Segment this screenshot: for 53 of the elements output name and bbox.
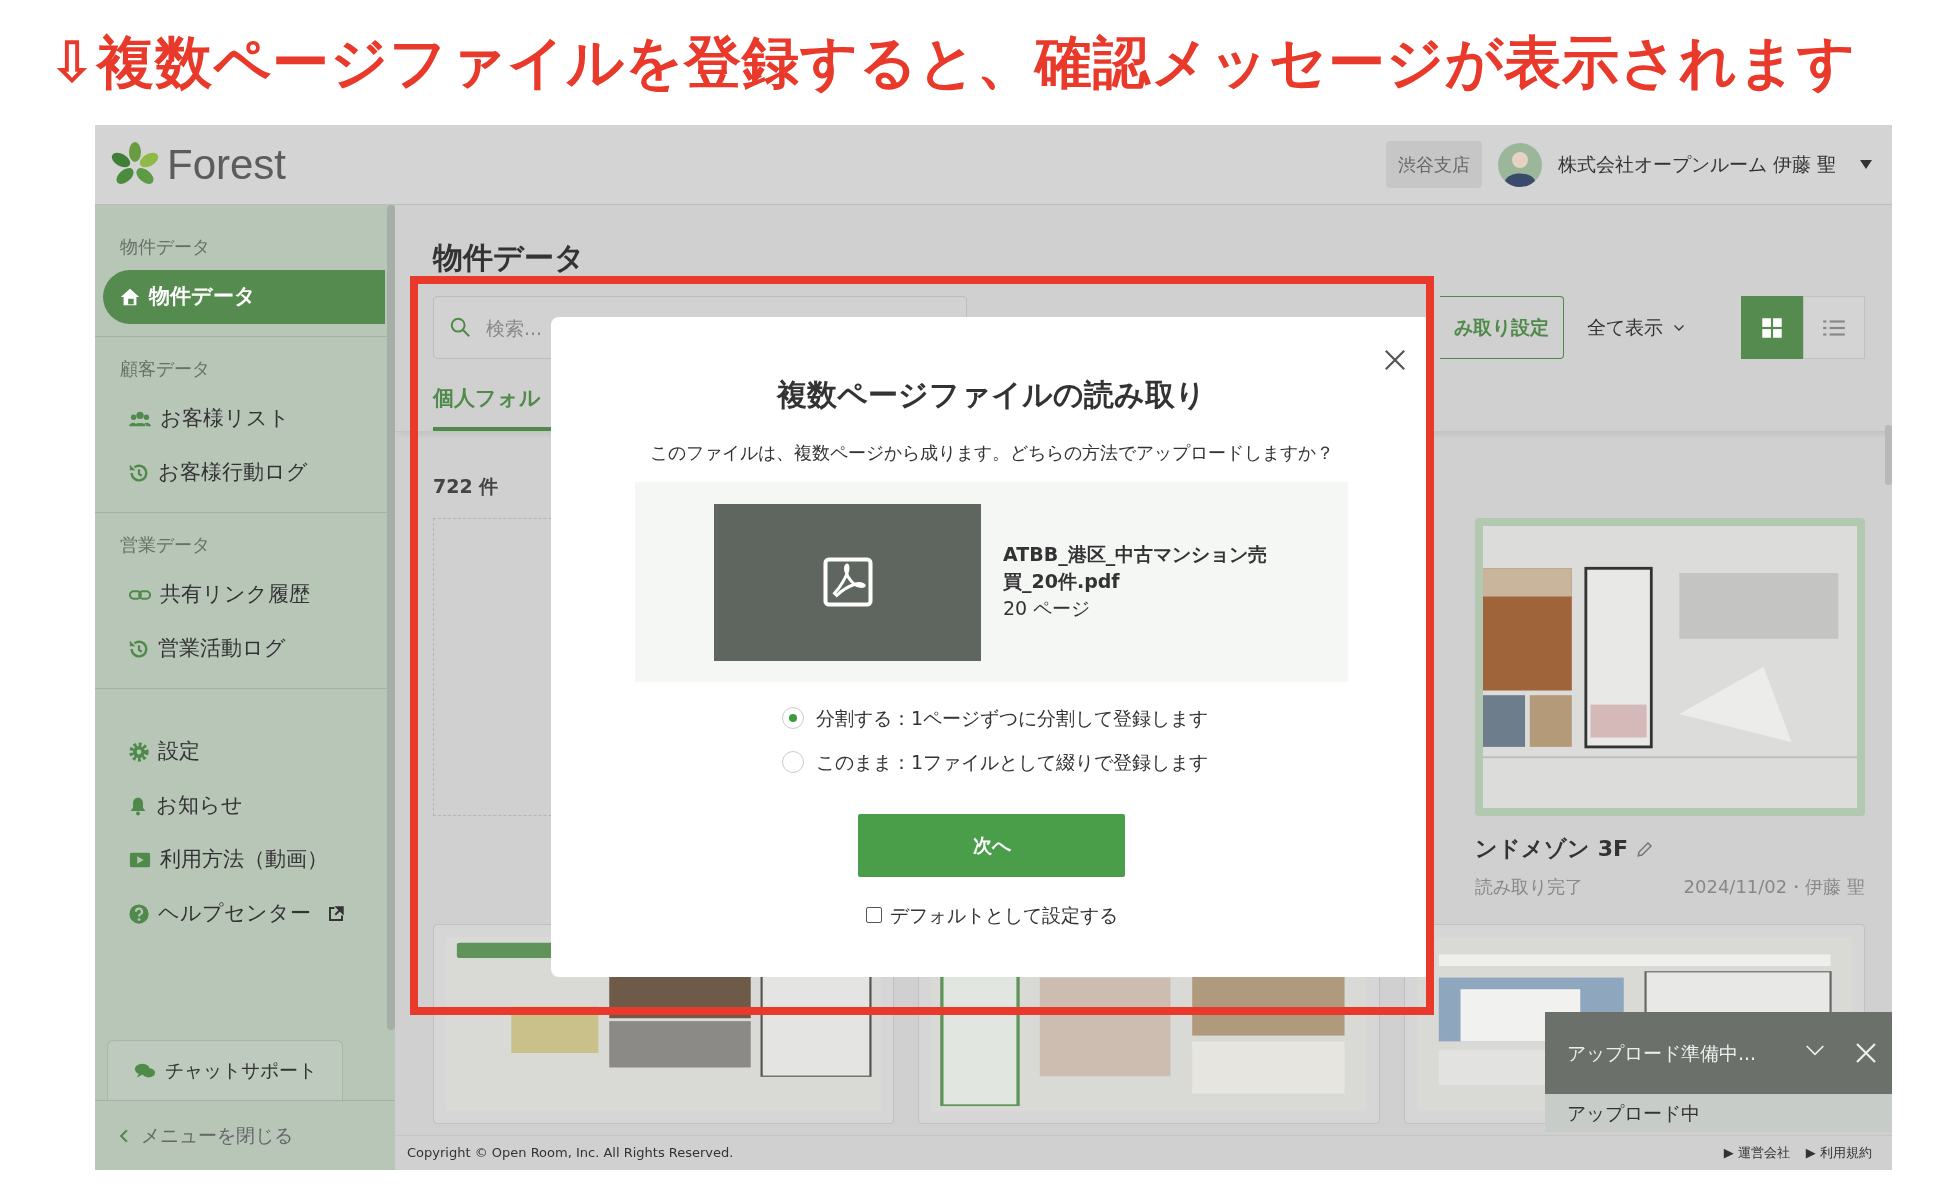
user-name: 株式会社オープンルーム 伊藤 聖 <box>1557 152 1836 178</box>
branch-chip: 渋谷支店 <box>1385 141 1482 188</box>
help-icon <box>128 903 150 925</box>
dialog-title: 複数ページファイルの読み取り <box>775 376 1207 414</box>
sidebar-item[interactable]: ヘルプセンター <box>103 887 383 941</box>
option-label: 分割する：1ページずつに分割して登録します <box>816 705 1209 731</box>
footer-link[interactable]: ▶ 運営会社 <box>1723 1143 1790 1163</box>
page-count: 20 ページ <box>1003 596 1092 622</box>
section-label: 営業データ <box>119 533 211 557</box>
sidebar-item[interactable]: お客様リスト <box>103 392 383 446</box>
house-icon <box>119 286 141 308</box>
radio-button[interactable] <box>782 751 804 773</box>
close-icon <box>1854 1041 1878 1065</box>
sidebar-item[interactable]: 共有リンク履歴 <box>103 568 383 622</box>
section-label: 顧客データ <box>119 357 211 381</box>
logo-text: Forest <box>167 140 287 190</box>
bell-icon <box>128 795 148 817</box>
sidebar-item[interactable]: 物件データ <box>103 270 385 324</box>
annotation-title: ⇩複数ページファイルを登録すると、確認メッセージが表示されます <box>48 28 1856 97</box>
sidebar-item[interactable]: お知らせ <box>103 779 383 833</box>
property-title: ンドメゾン 3F <box>1475 835 1628 863</box>
history-icon <box>128 638 150 660</box>
sidebar-item[interactable]: 設定 <box>103 725 383 779</box>
copyright-text: Copyright © Open Room, Inc. All Rights Reserved. <box>407 1144 734 1163</box>
section-label: 物件データ <box>119 235 211 259</box>
scrollbar[interactable] <box>1885 425 1892 485</box>
toast-title: アップロード準備中... <box>1567 1040 1757 1066</box>
caret-icon[interactable] <box>1860 160 1872 169</box>
radio-button[interactable] <box>782 707 804 729</box>
grid-view-button[interactable] <box>1741 296 1803 359</box>
date-author: 2024/11/02・伊藤 聖 <box>1683 875 1865 899</box>
dialog-message: このファイルは、複数ページから成ります。どちらの方法でアップロードしますか？ <box>648 441 1335 465</box>
search-icon <box>449 316 471 338</box>
settings-icon <box>128 741 150 763</box>
pencil-icon <box>1636 839 1654 858</box>
pdf-icon <box>820 555 875 609</box>
option-label: このまま：1ファイルとして綴りで登録します <box>816 749 1209 775</box>
footer-link[interactable]: ▶ 利用規約 <box>1805 1143 1872 1163</box>
page-title: 物件データ <box>433 239 586 277</box>
scrollbar[interactable] <box>387 205 395 1030</box>
checkbox-label: デフォルトとして設定する <box>889 903 1118 928</box>
status-text: 読み取り完了 <box>1475 875 1583 899</box>
chat-support-button[interactable]: チャットサポート <box>107 1040 343 1100</box>
sidebar-item[interactable]: お客様行動ログ <box>103 446 383 500</box>
sidebar-item[interactable]: 営業活動ログ <box>103 622 383 676</box>
sidebar-item[interactable]: 利用方法（動画） <box>103 833 383 887</box>
file-name: ATBB_港区_中古マンション売買_20件.pdf <box>1003 542 1269 595</box>
checkbox[interactable] <box>865 907 882 924</box>
result-count: 722 件 <box>433 473 500 499</box>
history-icon <box>128 462 150 484</box>
filter-dropdown[interactable]: 全て表示 <box>1581 312 1693 343</box>
upload-status: アップロード中 <box>1545 1094 1892 1132</box>
avatar <box>1497 142 1542 187</box>
